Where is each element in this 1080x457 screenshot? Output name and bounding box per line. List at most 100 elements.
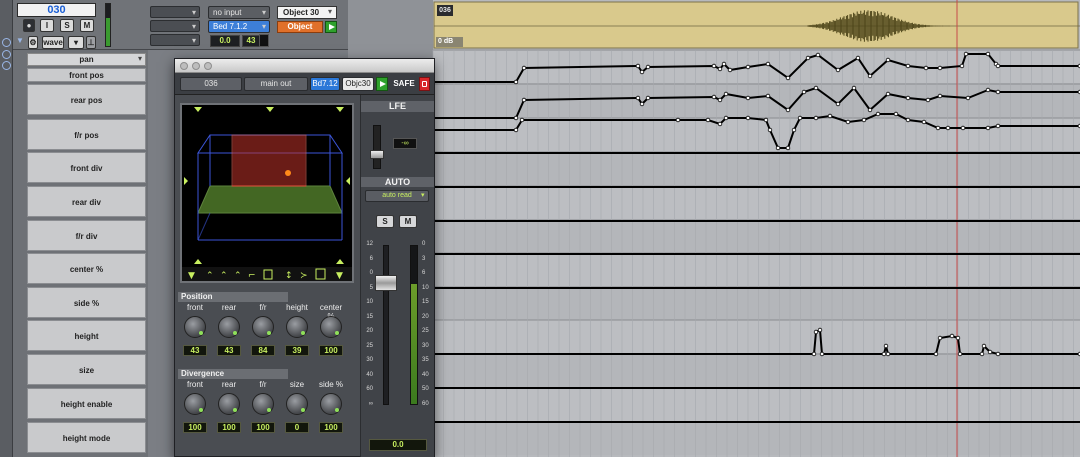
lane-label[interactable]: height xyxy=(27,320,146,351)
automation-lane xyxy=(433,152,1080,185)
knob[interactable] xyxy=(286,393,308,415)
knob-value[interactable]: 100 xyxy=(319,345,343,356)
svg-text:▼: ▼ xyxy=(188,271,195,281)
lane-label[interactable]: front div xyxy=(27,152,146,183)
output-fader[interactable] xyxy=(375,275,397,291)
scale-tick-label: ∞ xyxy=(368,400,373,407)
automation-node xyxy=(717,66,723,72)
knob[interactable] xyxy=(184,393,206,415)
knob-value[interactable]: 100 xyxy=(251,422,275,433)
plugin-track-selector[interactable]: 036 xyxy=(180,77,242,91)
insert-slot[interactable] xyxy=(150,34,200,47)
knob[interactable] xyxy=(218,316,240,338)
lock-icon[interactable]: ⊥ xyxy=(86,36,96,49)
knob[interactable] xyxy=(218,393,240,415)
lane-label[interactable]: f/r pos xyxy=(27,119,146,150)
mute-button[interactable]: M xyxy=(80,19,94,32)
insert-slot[interactable] xyxy=(150,20,200,33)
lane-label[interactable]: height mode xyxy=(27,422,146,453)
input-selector[interactable]: no input xyxy=(208,6,270,19)
knob-value[interactable]: 43 xyxy=(217,345,241,356)
record-button[interactable]: ● xyxy=(23,19,35,32)
output-selector[interactable]: Bed 7.1.2 xyxy=(208,20,270,33)
automation-lane xyxy=(433,388,1080,421)
minimize-window-icon[interactable] xyxy=(192,62,200,70)
automation-node xyxy=(861,117,867,123)
plugin-output-selector[interactable]: main out xyxy=(244,77,308,91)
clip-gain[interactable]: 0 dB xyxy=(436,37,463,47)
knob-value[interactable]: 100 xyxy=(217,422,241,433)
knob-indicator xyxy=(301,408,305,412)
insert-slot[interactable] xyxy=(150,6,200,19)
track-name[interactable]: 030 xyxy=(17,3,96,17)
knob[interactable] xyxy=(320,393,342,415)
power-icon[interactable] xyxy=(419,77,430,91)
lane-label[interactable]: rear div xyxy=(27,186,146,217)
panner-3d-view[interactable]: ▼ ⌃ ⌃ ⌃ ⌐ ↕ ≻ ▼ xyxy=(180,103,354,283)
object-button[interactable]: Objc30 xyxy=(342,77,374,91)
object-mode-button[interactable]: Object xyxy=(277,21,323,33)
knob[interactable] xyxy=(252,316,274,338)
edit-window[interactable] xyxy=(348,0,1080,457)
automation-node xyxy=(813,115,819,121)
automation-node xyxy=(705,117,711,123)
knob[interactable] xyxy=(320,316,342,338)
automation-node xyxy=(981,343,987,349)
lane-label[interactable]: height enable xyxy=(27,388,146,419)
lane-label[interactable]: rear pos xyxy=(27,84,146,115)
automation-node xyxy=(885,351,891,357)
play-icon[interactable] xyxy=(376,77,388,91)
elastic-icon[interactable]: ⚙ xyxy=(28,36,38,49)
knob-value[interactable]: 84 xyxy=(251,345,275,356)
lfe-fader[interactable] xyxy=(370,150,384,159)
lfe-value[interactable]: -∞ xyxy=(393,138,417,149)
plugin-mute-button[interactable]: M xyxy=(399,215,417,228)
zoom-window-icon[interactable] xyxy=(204,62,212,70)
playlist-button[interactable]: ▾ xyxy=(68,36,84,49)
knob-label: rear xyxy=(221,303,237,312)
scale-tick-label: 20 xyxy=(422,313,429,320)
bed-button[interactable]: Bd7.12 xyxy=(310,77,340,91)
automation-node xyxy=(883,343,889,349)
knob-value[interactable]: 39 xyxy=(285,345,309,356)
pan-value[interactable]: 43 xyxy=(242,35,260,47)
knob[interactable] xyxy=(252,393,274,415)
expand-triangle-icon[interactable]: ▼ xyxy=(16,36,25,45)
plugin-titlebar[interactable] xyxy=(175,59,434,73)
edit-canvas[interactable] xyxy=(348,0,1080,457)
automation-lane xyxy=(433,422,1080,455)
scale-tick-label: 0 xyxy=(422,241,426,247)
knob-value[interactable]: 0 xyxy=(285,422,309,433)
scale-tick-label: 20 xyxy=(366,328,373,334)
automation-node xyxy=(933,351,939,357)
add-lane-icon[interactable] xyxy=(2,61,11,70)
add-lane-icon[interactable] xyxy=(2,50,11,59)
knob-indicator xyxy=(233,331,237,335)
automation-node xyxy=(995,63,1001,69)
knob-value[interactable]: 43 xyxy=(183,345,207,356)
lane-label[interactable]: size xyxy=(27,354,146,385)
lane-label[interactable]: center % xyxy=(27,253,146,284)
automation-node xyxy=(945,125,951,131)
output-level-value[interactable]: 0.0 xyxy=(369,439,427,451)
volume-value[interactable]: 0.0 xyxy=(210,35,240,47)
automation-param-selector[interactable]: pan xyxy=(27,53,146,66)
lfe-title: LFE xyxy=(361,101,434,112)
plugin-solo-button[interactable]: S xyxy=(376,215,394,228)
knob-value[interactable]: 100 xyxy=(183,422,207,433)
lane-label[interactable]: front pos xyxy=(27,68,146,82)
knob[interactable] xyxy=(286,316,308,338)
view-selector[interactable]: wave xyxy=(42,36,64,49)
close-window-icon[interactable] xyxy=(180,62,188,70)
lane-label[interactable]: f/r div xyxy=(27,220,146,251)
play-object-button[interactable] xyxy=(325,21,337,33)
knob-value[interactable]: 100 xyxy=(319,422,343,433)
safe-button[interactable]: SAFE xyxy=(390,77,418,91)
automation-node xyxy=(513,115,519,121)
knob[interactable] xyxy=(184,316,206,338)
solo-button[interactable]: S xyxy=(60,19,74,32)
lane-label[interactable]: side % xyxy=(27,287,146,318)
input-monitor-button[interactable]: I xyxy=(40,19,54,32)
add-lane-icon[interactable] xyxy=(2,38,11,47)
auto-mode-selector[interactable]: auto read xyxy=(365,190,429,202)
